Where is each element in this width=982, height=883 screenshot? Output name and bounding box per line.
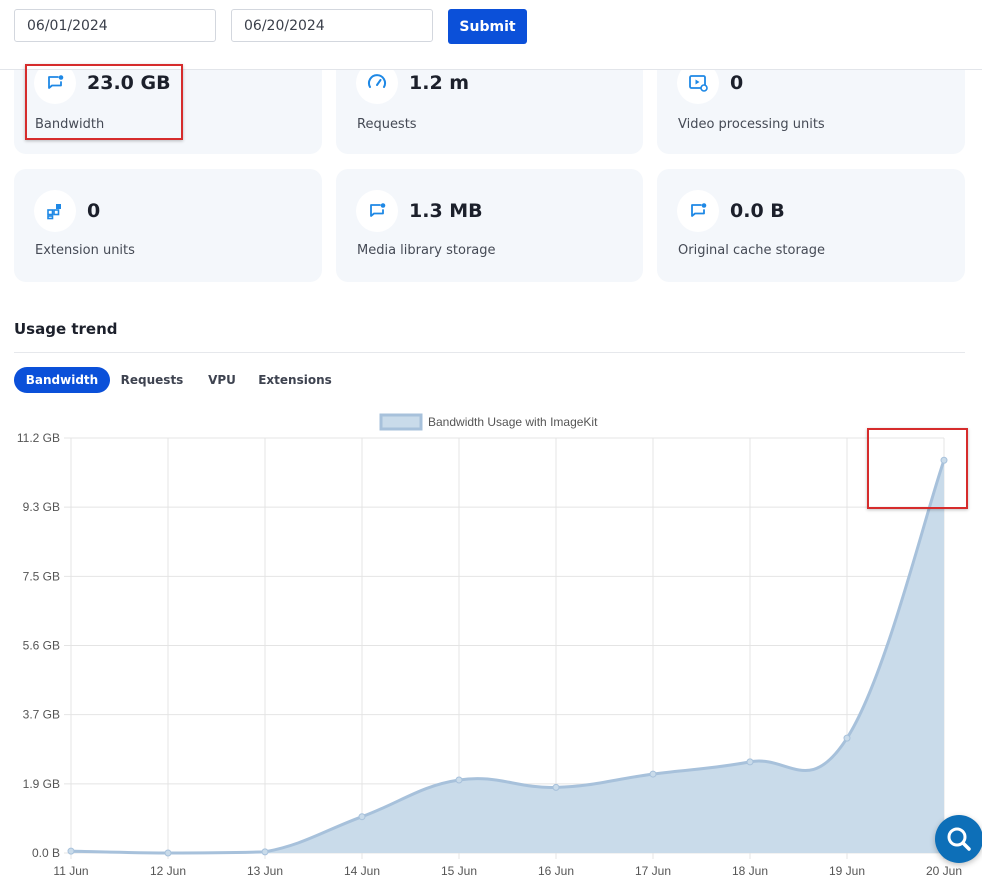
y-tick-label: 3.7 GB bbox=[23, 708, 60, 722]
data-point bbox=[746, 758, 754, 766]
x-tick-label: 11 Jun bbox=[53, 864, 88, 878]
extension-units-value: 0 bbox=[87, 200, 101, 222]
x-tick-label: 20 Jun bbox=[926, 864, 962, 878]
y-tick-label: 1.9 GB bbox=[23, 777, 60, 791]
chart-series bbox=[67, 456, 948, 857]
legend-swatch bbox=[379, 413, 423, 431]
y-tick-label: 7.5 GB bbox=[23, 569, 60, 583]
y-tick-label: 9.3 GB bbox=[23, 500, 60, 514]
section-title: Usage trend bbox=[14, 320, 118, 338]
x-tick-label: 14 Jun bbox=[344, 864, 380, 878]
vpu-value: 0 bbox=[730, 72, 744, 94]
bandwidth-value: 23.0 GB bbox=[87, 72, 171, 94]
bandwidth-label: Bandwidth bbox=[35, 117, 105, 132]
extension-units-card: 0 Extension units bbox=[14, 169, 322, 282]
tab-requests[interactable]: Requests bbox=[116, 367, 188, 393]
end-date-input[interactable] bbox=[231, 9, 433, 42]
x-tick-label: 13 Jun bbox=[247, 864, 283, 878]
data-point bbox=[164, 849, 172, 857]
data-point bbox=[261, 848, 269, 856]
search-fab-button[interactable] bbox=[935, 815, 982, 863]
vpu-label: Video processing units bbox=[678, 117, 825, 132]
x-tick-label: 17 Jun bbox=[635, 864, 671, 878]
x-tick-label: 16 Jun bbox=[538, 864, 574, 878]
bandwidth-area-chart: Bandwidth Usage with ImageKit 0.0 B 1.9 G… bbox=[17, 413, 962, 878]
search-icon bbox=[947, 827, 971, 851]
original-cache-value: 0.0 B bbox=[730, 200, 785, 222]
media-library-card: 1.3 MB Media library storage bbox=[336, 169, 643, 282]
requests-value: 1.2 m bbox=[409, 72, 470, 94]
tab-extensions[interactable]: Extensions bbox=[254, 367, 336, 393]
media-library-value: 1.3 MB bbox=[409, 200, 483, 222]
y-tick-label: 11.2 GB bbox=[17, 431, 60, 445]
original-cache-label: Original cache storage bbox=[678, 243, 826, 258]
y-tick-label: 5.6 GB bbox=[23, 639, 60, 653]
data-point bbox=[843, 734, 851, 742]
start-date-input[interactable] bbox=[14, 9, 216, 42]
usage-page: 23.0 GB Bandwidth 1.2 m Requests 0 Video… bbox=[0, 0, 982, 883]
grid-blocks-icon bbox=[34, 190, 76, 232]
x-tick-label: 12 Jun bbox=[150, 864, 186, 878]
x-tick-label: 15 Jun bbox=[441, 864, 477, 878]
data-point bbox=[67, 847, 75, 855]
chat-bubble-icon bbox=[677, 190, 719, 232]
requests-label: Requests bbox=[357, 117, 417, 132]
extension-units-label: Extension units bbox=[35, 243, 135, 258]
tab-vpu[interactable]: VPU bbox=[203, 367, 241, 393]
original-cache-card: 0.0 B Original cache storage bbox=[657, 169, 965, 282]
tab-bandwidth[interactable]: Bandwidth bbox=[14, 367, 110, 393]
data-point bbox=[552, 783, 560, 791]
data-point bbox=[358, 813, 366, 821]
x-tick-label: 18 Jun bbox=[732, 864, 768, 878]
x-tick-label: 19 Jun bbox=[829, 864, 865, 878]
x-axis-ticks: 11 Jun 12 Jun 13 Jun 14 Jun 15 Jun 16 Jun 17 J… bbox=[53, 864, 962, 878]
y-tick-label: 0.0 B bbox=[32, 846, 60, 860]
y-axis-ticks: 0.0 B 1.9 GB 3.7 GB 5.6 GB 7.5 GB 9.3 GB 11.2 … bbox=[17, 431, 60, 860]
data-point bbox=[940, 456, 948, 464]
submit-button[interactable]: Submit bbox=[448, 9, 527, 44]
chart-legend: Bandwidth Usage with ImageKit bbox=[379, 413, 598, 431]
date-filter-bar: Submit bbox=[0, 0, 982, 70]
data-point bbox=[455, 776, 463, 784]
legend-label: Bandwidth Usage with ImageKit bbox=[428, 415, 598, 429]
chat-bubble-icon bbox=[356, 190, 398, 232]
media-library-label: Media library storage bbox=[357, 243, 496, 258]
divider bbox=[14, 352, 965, 353]
area-fill bbox=[71, 460, 944, 853]
data-point bbox=[649, 770, 657, 778]
